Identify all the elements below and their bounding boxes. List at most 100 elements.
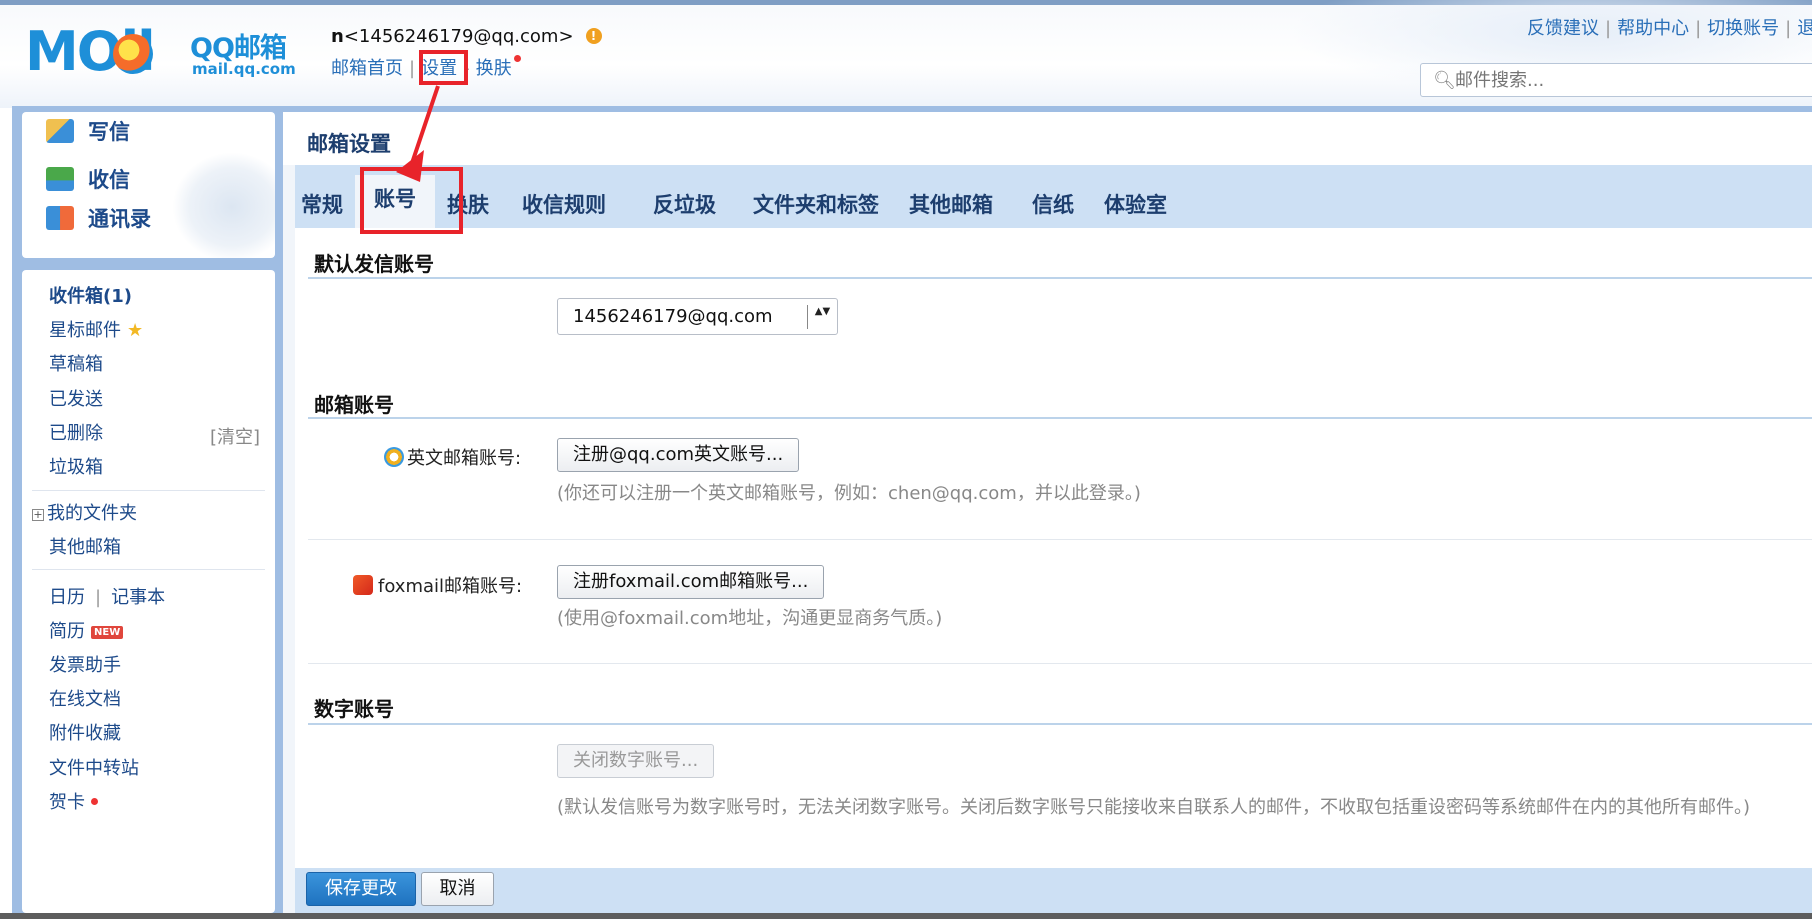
folder-deleted[interactable]: 已删除 (49, 419, 103, 445)
section-mail-account: 邮箱账号 (314, 393, 394, 417)
settings-tab-bar: 常规 账号 换肤 收信规则 反垃圾 文件夹和标签 其他邮箱 信纸 体验室 (295, 165, 1812, 228)
online-docs-link[interactable]: 在线文档 (49, 685, 121, 711)
contacts-label: 通讯录 (88, 207, 151, 231)
new-badge: NEW (91, 626, 124, 639)
contacts-button[interactable]: 通讯录 (46, 183, 151, 231)
tab-folders-labels[interactable]: 文件夹和标签 (753, 189, 879, 219)
register-english-account-button[interactable]: 注册@qq.com英文账号... (557, 438, 800, 472)
settings-title-bar: 邮箱设置 (283, 112, 1812, 165)
cards-label: 贺卡 (49, 792, 85, 813)
cancel-button[interactable]: 取消 (421, 872, 494, 906)
user-info: n<1456246179@qq.com>! (331, 26, 602, 47)
resume-link[interactable]: 简历 NEW (49, 617, 124, 643)
section-digit-account: 数字账号 (314, 697, 394, 721)
row-divider (308, 663, 1812, 664)
file-transfer-link[interactable]: 文件中转站 (49, 754, 139, 780)
tab-anti-spam[interactable]: 反垃圾 (653, 189, 716, 219)
toplink-separator: | (1605, 18, 1612, 39)
folder-other-mailbox[interactable]: 其他邮箱 (49, 533, 121, 559)
qq-mail-logo[interactable]: MOil QQ邮箱 mail.qq.com (25, 24, 305, 80)
search-icon: 🔍︎ (1433, 70, 1456, 91)
section-underline (308, 723, 1812, 725)
close-digit-account-button[interactable]: 关闭数字账号... (557, 744, 715, 778)
settings-footer-bar (295, 868, 1812, 913)
window-bottom-edge (0, 913, 1812, 919)
foxmail-account-label: foxmail邮箱账号: (353, 572, 522, 598)
foxmail-logo-icon (353, 575, 373, 595)
top-header: MOil QQ邮箱 mail.qq.com n<1456246179@qq.co… (0, 0, 1812, 108)
mail-search-input[interactable] (1455, 68, 1795, 92)
page-title: 邮箱设置 (307, 132, 391, 156)
section-underline (308, 417, 1812, 419)
star-icon: ★ (127, 320, 144, 341)
folder-divider (32, 490, 265, 491)
folder-divider (32, 569, 265, 570)
default-sender-value: 1456246179@qq.com (573, 306, 773, 327)
account-settings-content: 默认发信账号 邮箱账号 数字账号 (295, 228, 1812, 868)
folder-sent[interactable]: 已发送 (49, 385, 103, 411)
resume-label: 简历 (49, 621, 85, 642)
attachments-link[interactable]: 附件收藏 (49, 719, 121, 745)
receive-mail-button[interactable]: 收信 (46, 144, 130, 192)
folder-my-folders[interactable]: + 我的文件夹 (32, 499, 137, 525)
warning-icon[interactable]: ! (585, 28, 602, 44)
foxmail-account-hint: (使用@foxmail.com地址，沟通更显商务气质。) (557, 608, 943, 629)
annotation-settings-highlight (419, 50, 468, 85)
annotation-account-tab-highlight (360, 167, 463, 234)
logout-link[interactable]: 退 (1797, 18, 1812, 39)
logo-bell-icon (113, 34, 153, 74)
clear-trash-link[interactable]: [清空] (210, 423, 260, 449)
row-divider (308, 539, 1812, 540)
section-underline (308, 277, 1812, 279)
tools-separator: | (95, 587, 102, 608)
write-mail-button[interactable]: 写信 (46, 112, 130, 148)
tab-stationery[interactable]: 信纸 (1032, 189, 1074, 219)
contacts-card-icon (46, 206, 74, 230)
my-folders-label: 我的文件夹 (47, 503, 137, 524)
write-pencil-icon (46, 119, 74, 143)
mail-search-box[interactable]: 🔍︎ (1420, 63, 1812, 97)
help-center-link[interactable]: 帮助中心 (1617, 18, 1689, 39)
expand-plus-icon[interactable]: + (32, 509, 44, 521)
penguin-stamp-decoration (172, 152, 275, 258)
tab-other-mailbox[interactable]: 其他邮箱 (909, 189, 993, 219)
greeting-cards-link[interactable]: 贺卡 (49, 788, 98, 814)
invoice-helper-link[interactable]: 发票助手 (49, 651, 121, 677)
top-right-links: 反馈建议 | 帮助中心 | 切换账号 | 退 (1527, 14, 1812, 40)
default-sender-select[interactable]: 1456246179@qq.com ▲▼ (557, 298, 838, 335)
folder-panel: 收件箱(1) 星标邮件 ★ 草稿箱 已发送 已删除 垃圾箱 + 我的文件夹 其他邮箱… (22, 270, 275, 913)
nav-separator: | (409, 58, 416, 79)
notes-link[interactable]: 记事本 (111, 587, 165, 608)
nav-mail-home-link[interactable]: 邮箱首页 (331, 58, 403, 79)
logo-domain-text: mail.qq.com (192, 60, 296, 78)
quick-actions-panel: 写信 收信 通讯录 (22, 112, 275, 258)
folder-drafts[interactable]: 草稿箱 (49, 350, 103, 376)
nav-skin-link[interactable]: 换肤 (476, 58, 512, 79)
foxmail-account-label-text: foxmail邮箱账号: (378, 576, 523, 597)
english-account-label-text: 英文邮箱账号: (407, 448, 522, 469)
qq-logo-icon (384, 447, 404, 467)
folder-starred-label: 星标邮件 (49, 320, 121, 341)
digit-account-hint: (默认发信账号为数字账号时，无法关闭数字账号。关闭后数字账号只能接收来自联系人的… (557, 797, 1751, 818)
register-foxmail-account-button[interactable]: 注册foxmail.com邮箱账号... (557, 565, 825, 599)
section-default-sender: 默认发信账号 (314, 252, 434, 276)
feedback-link[interactable]: 反馈建议 (1527, 18, 1599, 39)
save-changes-button[interactable]: 保存更改 (306, 872, 416, 906)
folder-starred[interactable]: 星标邮件 ★ (49, 316, 143, 342)
switch-account-link[interactable]: 切换账号 (1707, 18, 1779, 39)
calendar-link[interactable]: 日历 (49, 587, 85, 608)
tab-general[interactable]: 常规 (301, 189, 343, 219)
select-arrows-icon: ▲▼ (807, 305, 837, 329)
user-name: n (331, 26, 344, 47)
folder-inbox[interactable]: 收件箱(1) (49, 282, 132, 308)
tab-lab[interactable]: 体验室 (1104, 189, 1167, 219)
user-email: <1456246179@qq.com> (343, 26, 574, 47)
toplink-separator: | (1785, 18, 1792, 39)
english-account-label: 英文邮箱账号: (384, 444, 521, 470)
folder-spam[interactable]: 垃圾箱 (49, 453, 103, 479)
tools-row: 日历 | 记事本 (49, 583, 165, 609)
toplink-separator: | (1695, 18, 1702, 39)
tab-receive-rules[interactable]: 收信规则 (522, 189, 606, 219)
cards-new-dot-icon (91, 798, 98, 805)
write-label: 写信 (88, 120, 130, 144)
